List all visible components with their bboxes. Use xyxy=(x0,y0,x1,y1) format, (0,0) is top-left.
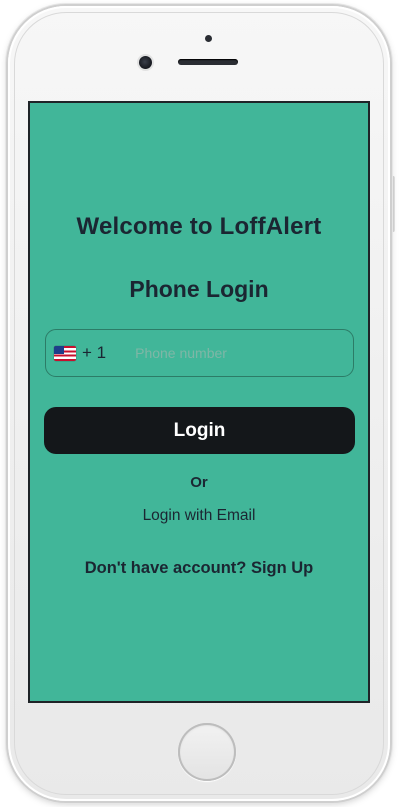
or-divider: Or xyxy=(190,474,208,491)
welcome-title: Welcome to LoffAlert xyxy=(76,213,322,240)
signup-prompt: Don't have account? xyxy=(84,559,251,577)
country-code[interactable]: + 1 xyxy=(82,343,106,363)
signup-link[interactable]: Sign Up xyxy=(251,559,313,577)
phone-number-input[interactable] xyxy=(135,338,316,368)
front-camera-icon xyxy=(139,56,152,69)
login-button[interactable]: Login xyxy=(44,407,355,454)
home-button[interactable] xyxy=(178,723,236,781)
earpiece-speaker xyxy=(178,59,238,65)
app-screen: Welcome to LoffAlert Phone Login + 1 Log… xyxy=(28,101,370,703)
us-flag-icon[interactable] xyxy=(54,345,76,361)
page-title: Phone Login xyxy=(129,276,269,302)
power-button xyxy=(391,176,395,232)
proximity-sensor xyxy=(205,35,212,42)
phone-number-field[interactable]: + 1 xyxy=(45,329,354,377)
signup-row: Don't have account? Sign Up xyxy=(30,559,368,578)
device-mockup: Welcome to LoffAlert Phone Login + 1 Log… xyxy=(0,0,400,807)
login-with-email-link[interactable]: Login with Email xyxy=(30,507,368,525)
